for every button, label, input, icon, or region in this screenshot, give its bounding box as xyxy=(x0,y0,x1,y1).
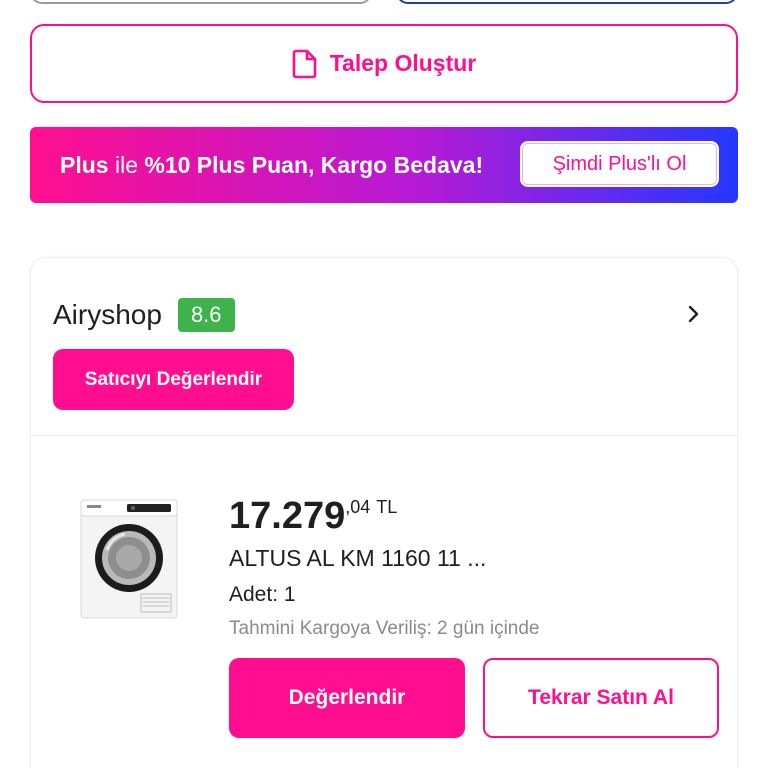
product-name[interactable]: ALTUS AL KM 1160 11 ... xyxy=(229,545,486,572)
buy-again-button[interactable]: Tekrar Satın Al xyxy=(483,658,719,738)
document-icon xyxy=(292,49,318,79)
create-request-button[interactable]: Talep Oluştur xyxy=(30,24,738,103)
chevron-right-icon[interactable] xyxy=(683,304,703,324)
price-decimal: ,04 xyxy=(345,497,371,517)
price-currency: TL xyxy=(376,497,398,517)
seller-name: Airyshop xyxy=(53,299,162,330)
price-integer: 17.279 xyxy=(229,495,346,537)
plus-promo-banner[interactable]: Plus ile %10 Plus Puan, Kargo Bedava! Şi… xyxy=(30,127,738,203)
seller-row[interactable]: Airyshop 8.6 xyxy=(53,298,235,332)
shipping-estimate: Tahmini Kargoya Veriliş: 2 gün içinde xyxy=(229,618,540,639)
product-quantity: Adet: 1 xyxy=(229,583,296,606)
seller-score-badge: 8.6 xyxy=(177,298,235,332)
product-price: 17.279 ,04 TL xyxy=(229,494,397,538)
join-plus-button[interactable]: Şimdi Plus'lı Ol xyxy=(520,141,719,187)
create-request-label: Talep Oluştur xyxy=(329,50,477,76)
top-left-button[interactable] xyxy=(30,0,372,4)
top-right-button[interactable] xyxy=(396,0,738,4)
divider xyxy=(31,435,737,436)
rate-seller-button[interactable]: Satıcıyı Değerlendir xyxy=(53,349,294,410)
product-image[interactable] xyxy=(77,498,181,620)
plus-promo-text: Plus ile %10 Plus Puan, Kargo Bedava! xyxy=(60,151,484,178)
rate-product-button[interactable]: Değerlendir xyxy=(229,658,465,738)
order-card: Airyshop 8.6 Satıcıyı Değerlendir 17.279… xyxy=(30,257,738,768)
